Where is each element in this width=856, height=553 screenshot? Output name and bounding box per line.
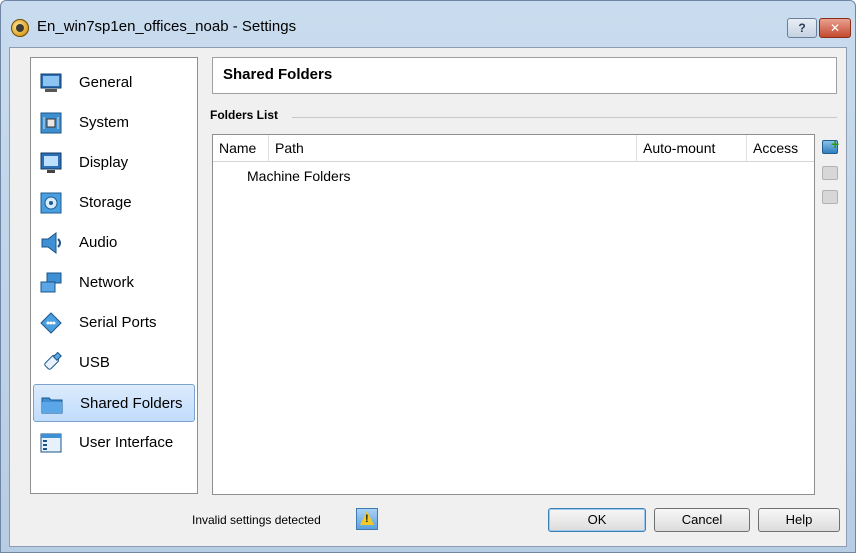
- edit-folder-icon[interactable]: [822, 166, 838, 180]
- sidebar-item-shared-folders[interactable]: Shared Folders: [33, 384, 195, 422]
- column-header-access[interactable]: Access: [747, 135, 814, 161]
- window-title: En_win7sp1en_offices_noab - Settings: [37, 18, 297, 35]
- column-header-name[interactable]: Name: [213, 135, 269, 161]
- folders-list-label: Folders List: [210, 108, 285, 122]
- settings-window: En_win7sp1en_offices_noab - Settings ? ✕…: [0, 0, 856, 553]
- settings-sidebar: General System Display Storage Audio Net…: [30, 57, 198, 494]
- column-header-path[interactable]: Path: [269, 135, 637, 161]
- status-message: Invalid settings detected: [192, 513, 321, 527]
- group-divider: [292, 117, 837, 118]
- sidebar-item-label: Storage: [79, 194, 132, 211]
- sidebar-item-general[interactable]: General: [33, 64, 195, 102]
- display-icon: [40, 152, 62, 173]
- sidebar-item-label: USB: [79, 354, 110, 371]
- sidebar-item-label: Network: [79, 274, 135, 291]
- audio-icon: [41, 232, 61, 254]
- ok-button[interactable]: OK: [548, 508, 646, 532]
- sidebar-item-audio[interactable]: Audio: [33, 224, 195, 262]
- page-header: Shared Folders: [212, 57, 837, 94]
- cancel-button[interactable]: Cancel: [654, 508, 750, 532]
- user-interface-icon: [40, 433, 62, 453]
- help-button[interactable]: Help: [758, 508, 840, 532]
- table-header: Name Path Auto-mount Access: [213, 135, 814, 162]
- remove-folder-icon[interactable]: [822, 190, 838, 204]
- serial-ports-icon: [40, 312, 62, 334]
- warning-icon[interactable]: [356, 508, 378, 530]
- sidebar-item-label: Serial Ports: [79, 314, 157, 331]
- sidebar-item-system[interactable]: System: [33, 104, 195, 142]
- system-icon: [40, 112, 62, 134]
- dialog-client: General System Display Storage Audio Net…: [9, 47, 847, 547]
- sidebar-item-user-interface[interactable]: User Interface: [33, 424, 195, 462]
- sidebar-item-storage[interactable]: Storage: [33, 184, 195, 222]
- sidebar-item-label: User Interface: [79, 434, 174, 451]
- add-folder-icon[interactable]: [822, 136, 839, 154]
- sidebar-item-network[interactable]: Network: [33, 264, 195, 302]
- general-icon: [40, 73, 62, 92]
- network-icon: [40, 272, 62, 293]
- storage-icon: [40, 192, 62, 214]
- sidebar-item-label: System: [79, 114, 130, 131]
- sidebar-item-label: Shared Folders: [80, 395, 183, 412]
- shared-folders-icon: [41, 397, 63, 414]
- sidebar-item-label: Display: [79, 154, 129, 171]
- help-caption-button[interactable]: ?: [787, 18, 817, 38]
- virtualbox-icon: [11, 19, 29, 37]
- shared-folders-table[interactable]: Name Path Auto-mount Access Machine Fold…: [212, 134, 815, 495]
- close-button[interactable]: ✕: [819, 18, 851, 38]
- sidebar-item-usb[interactable]: USB: [33, 344, 195, 382]
- sidebar-item-serial-ports[interactable]: Serial Ports: [33, 304, 195, 342]
- page-title: Shared Folders: [223, 66, 333, 83]
- title-bar[interactable]: En_win7sp1en_offices_noab - Settings ? ✕: [1, 1, 855, 45]
- sidebar-item-label: Audio: [79, 234, 118, 251]
- usb-icon: [44, 351, 62, 370]
- column-header-auto-mount[interactable]: Auto-mount: [637, 135, 747, 161]
- sidebar-item-label: General: [79, 74, 133, 91]
- sidebar-item-display[interactable]: Display: [33, 144, 195, 182]
- table-row-machine-folders[interactable]: Machine Folders: [247, 168, 351, 184]
